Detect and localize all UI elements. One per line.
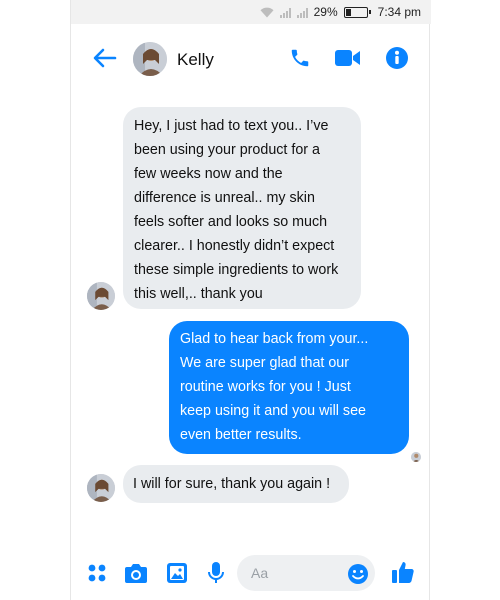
back-arrow-icon[interactable] (93, 48, 117, 68)
composer-bar: Aa (71, 552, 431, 596)
message-line: difference is unreal.. my skin (134, 190, 315, 206)
battery-percent: 29% (313, 5, 338, 19)
avatar[interactable] (133, 42, 167, 76)
avatar-image (87, 282, 115, 310)
signal-icon (279, 7, 291, 18)
message-line: these simple ingredients to work (134, 262, 339, 278)
clock: 7:34 pm (377, 5, 421, 19)
message-bubble-incoming[interactable]: Hey, I just had to text you.. I’ve been … (123, 107, 361, 309)
video-icon[interactable] (335, 49, 361, 67)
message-input-placeholder: Aa (251, 565, 269, 581)
status-bar: 29% 7:34 pm (71, 0, 431, 24)
mic-icon[interactable] (207, 561, 225, 585)
wifi-icon (260, 7, 274, 17)
thumbs-up-icon[interactable] (391, 560, 415, 584)
message-line: routine works for you ! Just (180, 379, 351, 395)
message-line: feels softer and looks so much (134, 214, 328, 230)
sender-avatar[interactable] (87, 474, 115, 502)
messenger-screen: 29% 7:34 pm Kelly Hey, I just had to tex… (70, 0, 431, 600)
message-line: this well,.. thank you (134, 286, 263, 302)
camera-icon[interactable] (124, 562, 148, 584)
message-line: We are super glad that our (180, 355, 350, 371)
message-line: clearer.. I honestly didn’t expect (134, 238, 335, 254)
image-icon[interactable] (166, 562, 188, 584)
avatar-image (87, 474, 115, 502)
message-bubble-incoming[interactable]: I will for sure, thank you again ! (123, 465, 349, 503)
info-icon[interactable] (385, 46, 409, 70)
seen-avatar (411, 452, 421, 462)
avatar-image (411, 452, 421, 462)
sender-avatar[interactable] (87, 282, 115, 310)
message-bubble-outgoing[interactable]: Glad to hear back from your... We are su… (169, 321, 409, 454)
avatar-image (133, 42, 167, 76)
battery-fill (345, 8, 352, 16)
battery-icon (343, 6, 371, 18)
emoji-icon[interactable] (347, 563, 369, 585)
message-line: few weeks now and the (134, 166, 283, 182)
message-line: keep using it and you will see (180, 403, 366, 419)
message-line: I will for sure, thank you again ! (133, 476, 331, 492)
phone-icon[interactable] (289, 47, 311, 69)
chat-header: Kelly (71, 24, 431, 94)
message-line: Hey, I just had to text you.. I’ve (134, 118, 329, 134)
signal-icon-2 (296, 7, 308, 18)
contact-name[interactable]: Kelly (177, 50, 214, 70)
apps-icon[interactable] (87, 563, 107, 583)
message-line: been using your product for a (134, 142, 320, 158)
message-line: Glad to hear back from your... (180, 331, 369, 347)
message-line: even better results. (180, 427, 302, 443)
